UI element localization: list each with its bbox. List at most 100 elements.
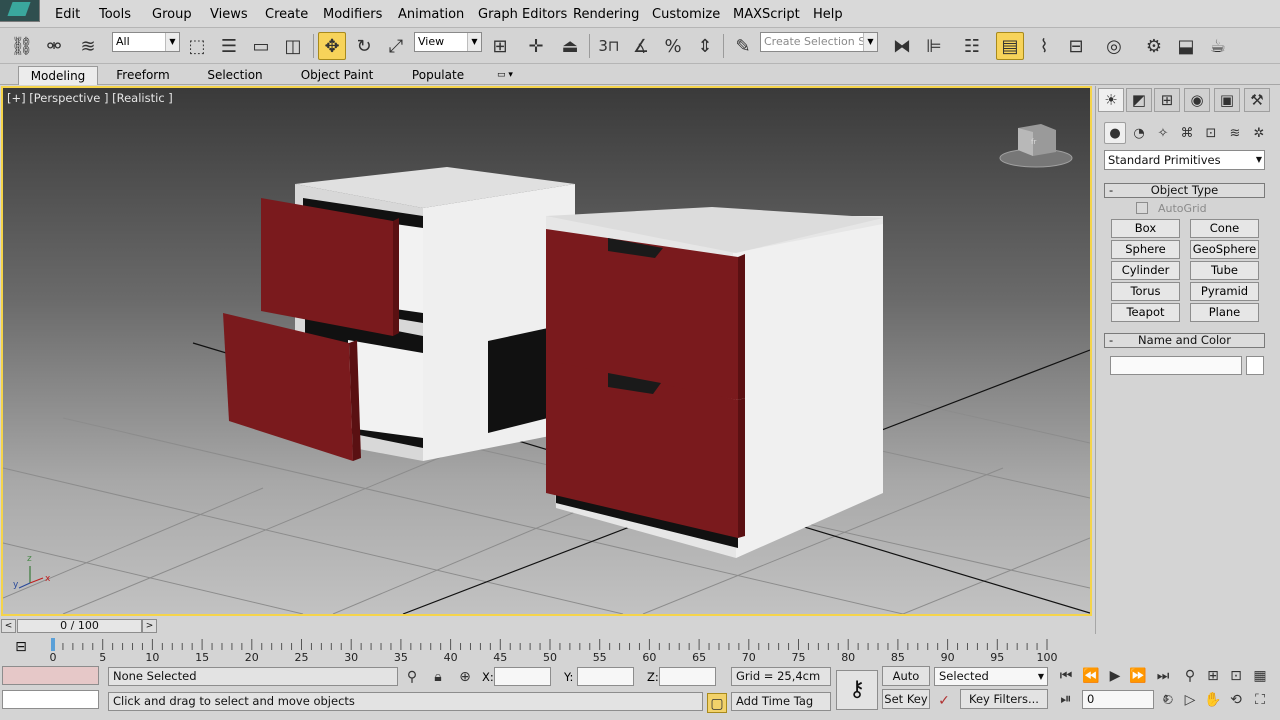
object-color-swatch[interactable] [1246, 356, 1264, 375]
key-filters-button[interactable]: Key Filters... [960, 689, 1048, 709]
key-mode-toggle-icon[interactable]: ⏯ [1056, 689, 1076, 709]
autogrid-checkbox[interactable] [1136, 202, 1148, 214]
perspective-viewport[interactable]: [+] [Perspective ] [Realistic ] z x y fr [1, 86, 1092, 616]
cameras-icon[interactable]: ⌘ [1176, 122, 1198, 144]
object-name-field[interactable] [1110, 356, 1242, 375]
zoom-extents-all-icon[interactable]: ▦ [1250, 666, 1270, 686]
percent-snap-icon[interactable]: % [659, 32, 687, 60]
isolate-selection-icon[interactable]: ⚲ [402, 667, 422, 687]
zoom-all-icon[interactable]: ⊞ [1203, 666, 1223, 686]
render-production-icon[interactable]: ☕ [1204, 32, 1232, 60]
menu-tools[interactable]: Tools [99, 7, 131, 22]
tab-freeform[interactable]: Freeform [105, 66, 181, 85]
ribbon-options-dropdown[interactable]: ▭ ▾ [490, 66, 520, 85]
cone-button[interactable]: Cone [1190, 219, 1259, 238]
next-key-icon[interactable]: ⏩ [1128, 666, 1148, 686]
app-logo-button[interactable] [0, 0, 40, 22]
motion-tab-icon[interactable]: ◉ [1184, 88, 1210, 112]
select-manipulate-icon[interactable]: ✛ [522, 32, 550, 60]
cylinder-button[interactable]: Cylinder [1111, 261, 1180, 280]
plane-button[interactable]: Plane [1190, 303, 1259, 322]
edit-named-selection-icon[interactable]: ✎ [729, 32, 757, 60]
box-button[interactable]: Box [1111, 219, 1180, 238]
z-coordinate-field[interactable] [659, 667, 716, 686]
current-frame-field[interactable]: 0 [1082, 690, 1154, 709]
reference-coordinate-dropdown[interactable]: View ▼ [414, 32, 482, 52]
pivot-center-icon[interactable]: ⊞ [486, 32, 514, 60]
auto-key-button[interactable]: Auto Key [882, 666, 930, 701]
add-time-tag-button[interactable]: Add Time Tag [731, 692, 831, 711]
time-slider-thumb[interactable]: 0 / 100 [17, 619, 142, 633]
key-mode-dropdown[interactable]: Selected ▼ [934, 667, 1048, 686]
selection-filter-dropdown[interactable]: All ▼ [112, 32, 180, 52]
select-and-move-icon[interactable]: ✥ [318, 32, 346, 60]
space-warps-icon[interactable]: ≋ [1224, 122, 1246, 144]
menu-views[interactable]: Views [210, 7, 248, 22]
tab-object-paint[interactable]: Object Paint [290, 66, 384, 85]
previous-frame-button[interactable]: < [1, 619, 16, 633]
set-keys-key-icon[interactable]: ⚷ [836, 670, 878, 710]
systems-icon[interactable]: ✲ [1248, 122, 1270, 144]
link-icon[interactable]: ⛓ [8, 32, 36, 60]
track-bar[interactable]: ⊟ 0 5 10 15 20 25 30 35 40 45 50 55 60 65 70 75 80 85 90 95… [0, 635, 1094, 664]
maximize-viewport-icon[interactable]: ⛶ [1250, 690, 1270, 710]
y-coordinate-field[interactable] [577, 667, 634, 686]
select-and-scale-icon[interactable]: ⤢ [382, 32, 410, 60]
menu-edit[interactable]: Edit [55, 7, 80, 22]
select-object-icon[interactable]: ⬚ [183, 32, 211, 60]
menu-animation[interactable]: Animation [398, 7, 464, 22]
sphere-button[interactable]: Sphere [1111, 240, 1180, 259]
tab-modeling[interactable]: Modeling [18, 66, 98, 85]
menu-help[interactable]: Help [813, 7, 843, 22]
create-tab-icon[interactable]: ☀ [1098, 88, 1124, 112]
menu-group[interactable]: Group [152, 7, 192, 22]
curve-editor-icon[interactable]: ⌇ [1030, 32, 1058, 60]
object-type-rollout[interactable]: - Object Type [1104, 183, 1265, 198]
x-coordinate-field[interactable] [494, 667, 551, 686]
go-to-end-icon[interactable]: ⏭ [1153, 666, 1173, 686]
absolute-mode-icon[interactable]: ⊕ [455, 667, 475, 687]
utilities-tab-icon[interactable]: ⚒ [1244, 88, 1270, 112]
render-setup-icon[interactable]: ⚙ [1140, 32, 1168, 60]
menu-create[interactable]: Create [265, 7, 308, 22]
menu-customize[interactable]: Customize [652, 7, 720, 22]
pan-view-icon[interactable]: ✋ [1203, 690, 1223, 710]
next-frame-button[interactable]: > [142, 619, 157, 633]
keyboard-shortcut-override-icon[interactable]: ⏏ [556, 32, 584, 60]
play-icon[interactable]: ▶ [1105, 666, 1125, 686]
tab-populate[interactable]: Populate [400, 66, 476, 85]
align-icon[interactable]: ⊫ [920, 32, 948, 60]
layer-explorer-icon[interactable]: ▤ [996, 32, 1024, 60]
helpers-icon[interactable]: ⊡ [1200, 122, 1222, 144]
modify-tab-icon[interactable]: ◩ [1126, 88, 1152, 112]
frame-ruler[interactable]: 0 5 10 15 20 25 30 35 40 45 50 55 60 65 70 75 80 85 90 95 10… [50, 637, 1058, 664]
menu-rendering[interactable]: Rendering [573, 7, 639, 22]
tube-button[interactable]: Tube [1190, 261, 1259, 280]
time-tag-icon[interactable]: ▢ [707, 693, 727, 713]
schematic-view-icon[interactable]: ⊟ [1062, 32, 1090, 60]
orbit-icon[interactable]: ⟲ [1226, 690, 1246, 710]
tab-selection[interactable]: Selection [196, 66, 274, 85]
default-tangent-icon[interactable]: ✓ [934, 691, 954, 711]
rectangular-selection-icon[interactable]: ▭ [247, 32, 275, 60]
mini-curve-editor-icon[interactable]: ⊟ [8, 639, 34, 659]
go-to-start-icon[interactable]: ⏮ [1056, 666, 1076, 686]
zoom-extents-icon[interactable]: ⊡ [1226, 666, 1246, 686]
material-editor-icon[interactable]: ◎ [1100, 32, 1128, 60]
unlink-icon[interactable]: ⚮ [40, 32, 68, 60]
shapes-icon[interactable]: ◔ [1128, 122, 1150, 144]
maxscript-listener-field[interactable] [2, 666, 99, 685]
geosphere-button[interactable]: GeoSphere [1190, 240, 1259, 259]
primitive-type-dropdown[interactable]: Standard Primitives ▼ [1104, 150, 1265, 170]
menu-graph-editors[interactable]: Graph Editors [478, 7, 567, 22]
bind-space-warp-icon[interactable]: ≋ [74, 32, 102, 60]
pyramid-button[interactable]: Pyramid [1190, 282, 1259, 301]
selection-lock-icon[interactable]: 🔒︎ [428, 667, 448, 687]
mirror-icon[interactable]: ⧓ [888, 32, 916, 60]
teapot-button[interactable]: Teapot [1111, 303, 1180, 322]
display-tab-icon[interactable]: ▣ [1214, 88, 1240, 112]
select-and-rotate-icon[interactable]: ↻ [350, 32, 378, 60]
select-by-name-icon[interactable]: ☰ [215, 32, 243, 60]
window-crossing-icon[interactable]: ◫ [279, 32, 307, 60]
torus-button[interactable]: Torus [1111, 282, 1180, 301]
